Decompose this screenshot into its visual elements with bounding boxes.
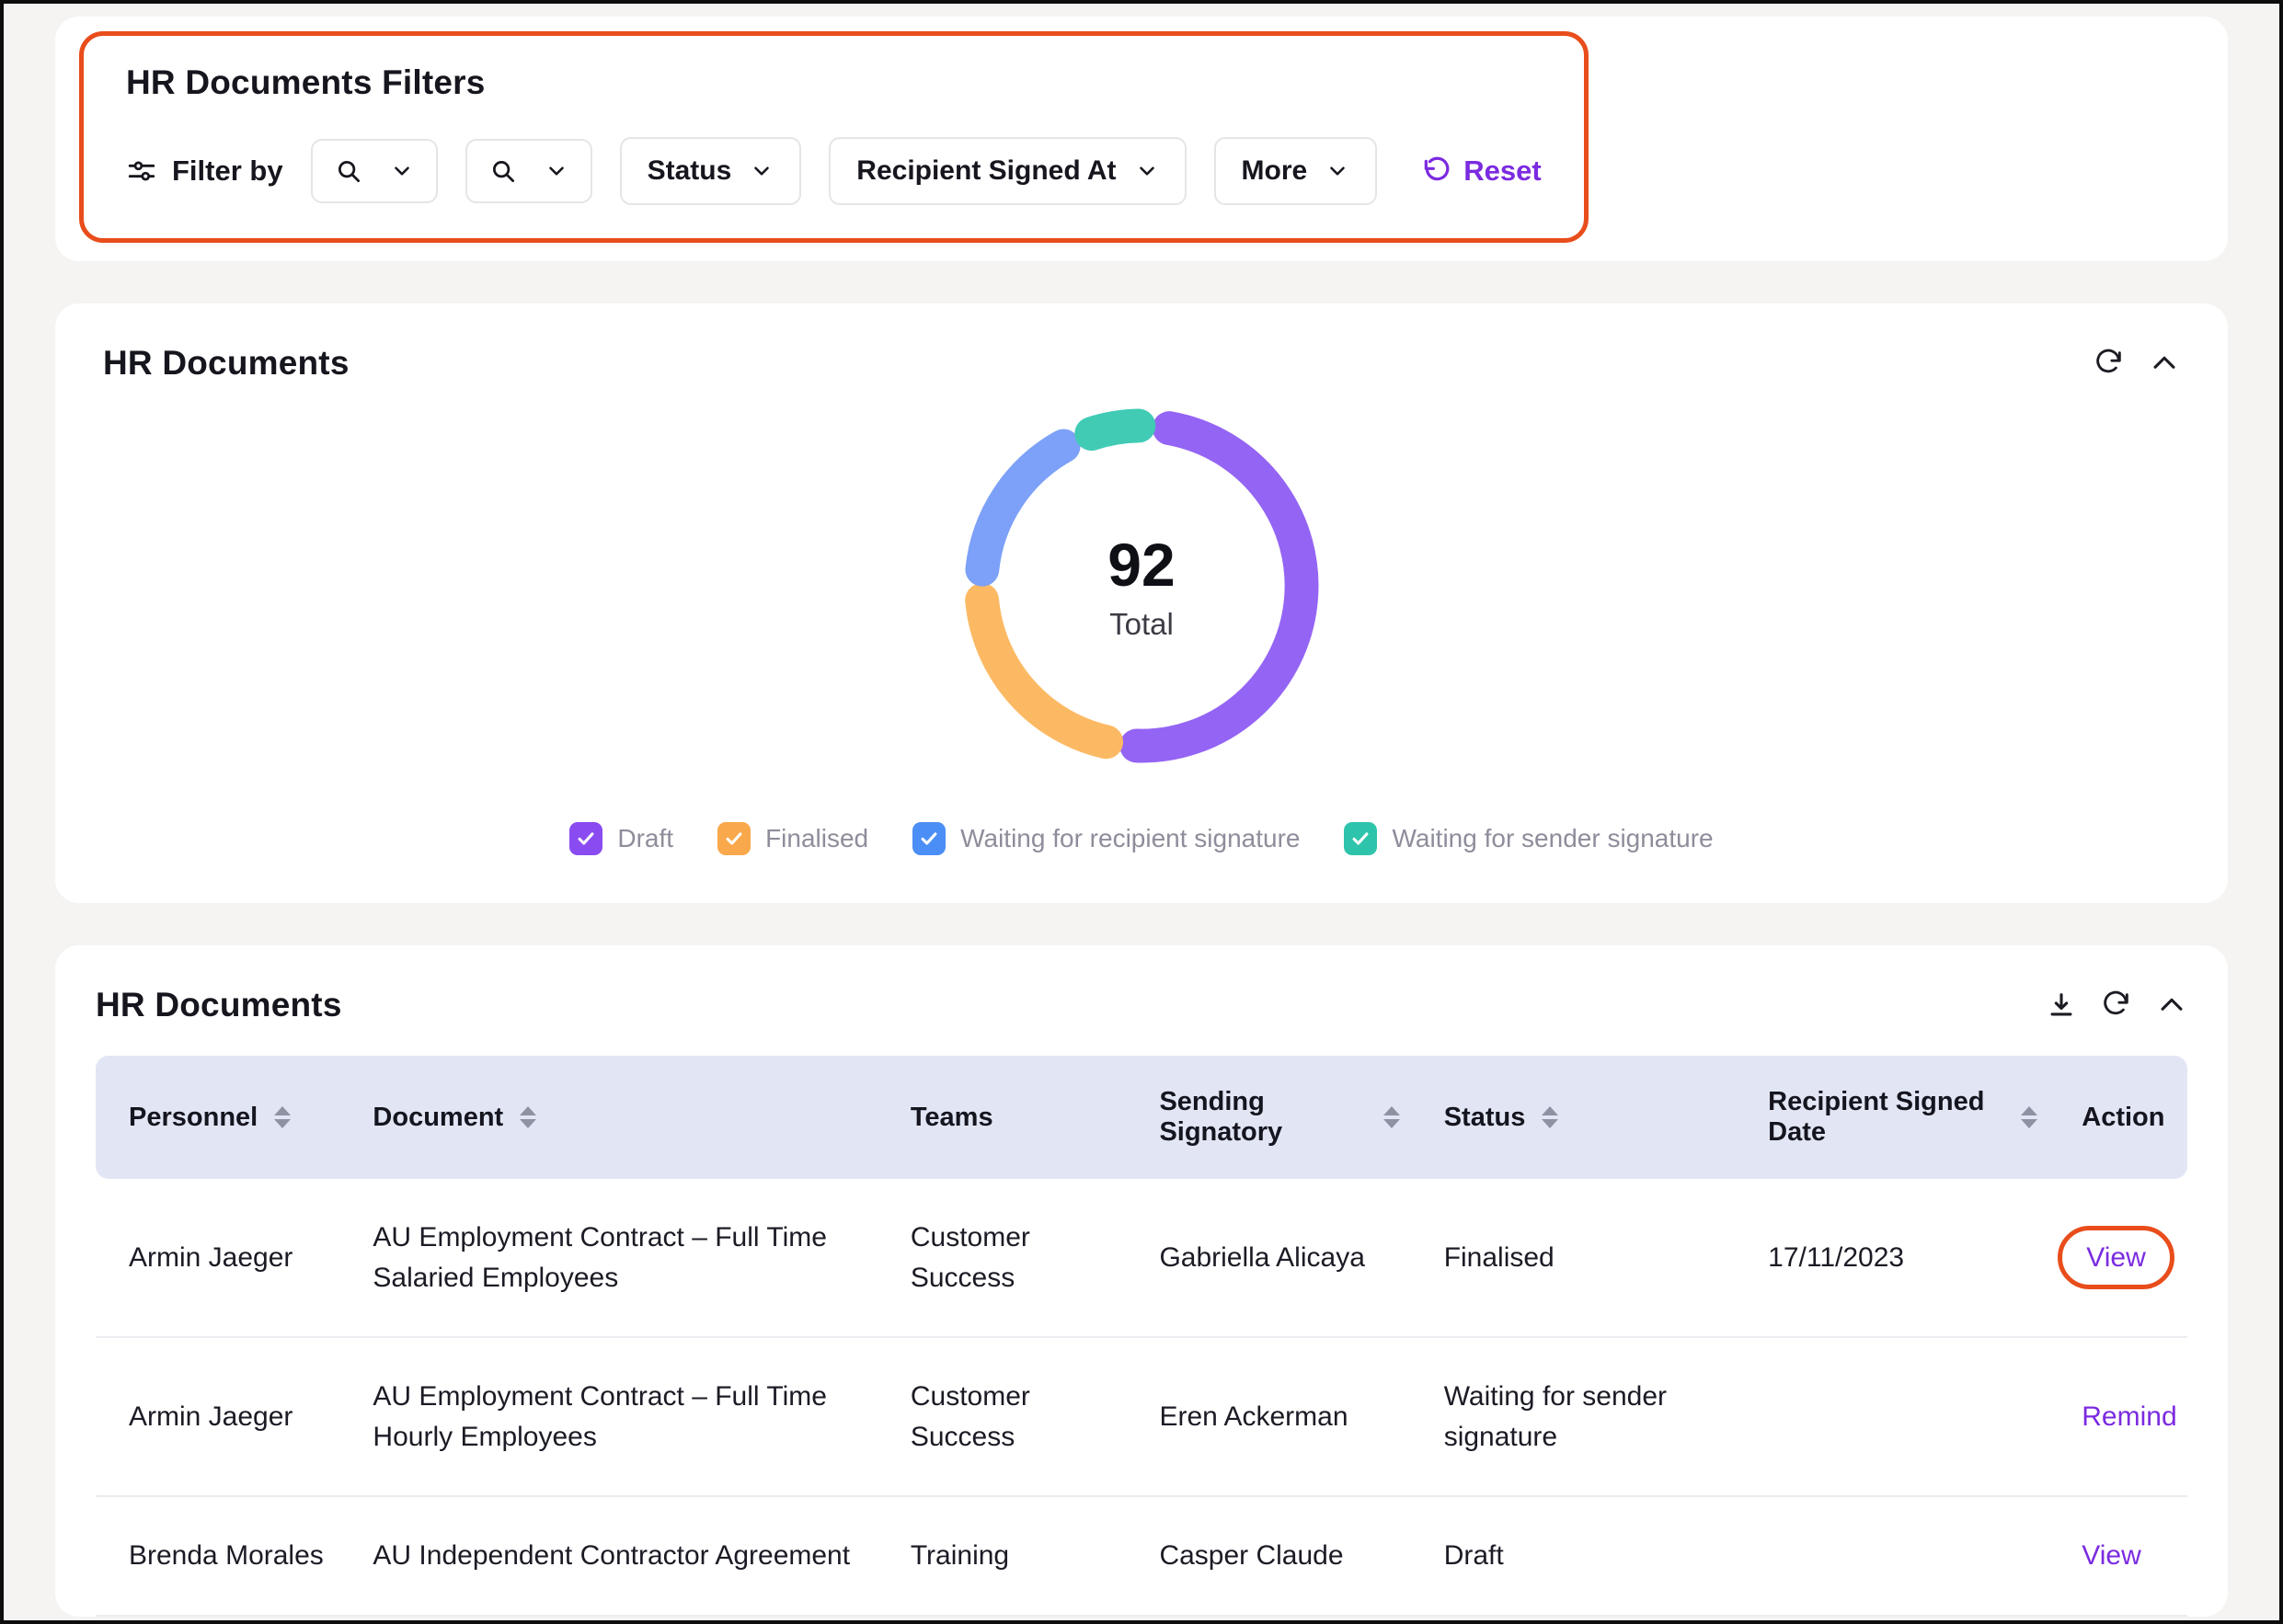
hr-documents-table: Personnel Document Teams Sending Signato…: [96, 1056, 2187, 1617]
table-row: Armin Jaeger AU Employment Contract – Fu…: [96, 1179, 2187, 1337]
chevron-down-icon: [1135, 159, 1159, 183]
view-link[interactable]: View: [2082, 1540, 2140, 1571]
status-dropdown-label: Status: [648, 155, 732, 187]
legend-label: Waiting for recipient signature: [960, 824, 1300, 853]
cell-personnel: Armin Jaeger: [96, 1179, 350, 1337]
collapse-button[interactable]: [2156, 989, 2187, 1024]
legend-checkbox[interactable]: [912, 822, 946, 855]
checkbox-check-icon: [576, 829, 596, 849]
cell-status: Draft: [1422, 1496, 1746, 1616]
sort-arrows-icon[interactable]: [2021, 1106, 2037, 1128]
table-row: Armin Jaeger AU Employment Contract – Fu…: [96, 1337, 2187, 1496]
legend-checkbox[interactable]: [717, 822, 751, 855]
cell-document: AU Employment Contract – Full Time Salar…: [350, 1179, 888, 1337]
filter-by-group: Filter by: [126, 154, 283, 188]
cell-teams: Customer Success: [889, 1179, 1138, 1337]
sliders-icon: [126, 155, 157, 187]
column-header-personnel[interactable]: Personnel: [96, 1056, 350, 1179]
annotation-highlight-filters: HR Documents Filters Filter by: [79, 31, 1589, 243]
cell-document: AU Independent Contractor Agreement: [350, 1496, 888, 1616]
legend-label: Draft: [617, 824, 673, 853]
legend-item-draft: Draft: [569, 822, 673, 855]
view-link[interactable]: View: [2086, 1242, 2145, 1273]
chevron-down-icon: [390, 159, 414, 183]
table-header-row: Personnel Document Teams Sending Signato…: [96, 1056, 2187, 1179]
recipient-signed-at-filter-dropdown[interactable]: Recipient Signed At: [829, 137, 1186, 205]
filter-by-label: Filter by: [172, 154, 283, 188]
column-header-status[interactable]: Status: [1422, 1056, 1746, 1179]
cell-sending-signatory: Eren Ackerman: [1137, 1337, 1421, 1496]
table-row: Brenda Morales AU Independent Contractor…: [96, 1496, 2187, 1616]
reset-label: Reset: [1463, 154, 1541, 188]
search-icon: [335, 157, 362, 185]
sort-arrows-icon[interactable]: [1383, 1106, 1400, 1128]
column-header-recipient-signed-date[interactable]: Recipient Signed Date: [1746, 1056, 2059, 1179]
page-content: HR Documents Filters Filter by: [4, 4, 2279, 1617]
search-filter-dropdown-2[interactable]: [465, 139, 592, 203]
more-dropdown-label: More: [1242, 155, 1308, 187]
cell-sending-signatory: Casper Claude: [1137, 1496, 1421, 1616]
legend-item-waiting-sender: Waiting for sender signature: [1344, 822, 1713, 855]
cell-recipient-signed-date: 17/11/2023: [1746, 1179, 2059, 1337]
cell-action: View: [2059, 1179, 2187, 1337]
reset-button[interactable]: Reset: [1421, 154, 1541, 188]
chart-card-title: HR Documents: [103, 344, 350, 383]
legend-label: Finalised: [765, 824, 868, 853]
column-header-action: Action: [2059, 1056, 2187, 1179]
column-header-document[interactable]: Document: [350, 1056, 888, 1179]
cell-action: Remind: [2059, 1337, 2187, 1496]
search-icon: [489, 157, 517, 185]
cell-document: AU Employment Contract – Full Time Hourl…: [350, 1337, 888, 1496]
download-button[interactable]: [2046, 989, 2077, 1024]
chevron-down-icon: [545, 159, 568, 183]
cell-personnel: Brenda Morales: [96, 1496, 350, 1616]
cell-teams: Customer Success: [889, 1337, 1138, 1496]
filters-card-title: HR Documents Filters: [126, 63, 1542, 102]
more-filter-dropdown[interactable]: More: [1214, 137, 1378, 205]
cell-sending-signatory: Gabriella Alicaya: [1137, 1179, 1421, 1337]
table-card-title: HR Documents: [96, 986, 342, 1024]
column-header-sending-signatory[interactable]: Sending Signatory: [1137, 1056, 1421, 1179]
hr-documents-chart-card: HR Documents 92 Total: [55, 303, 2228, 903]
hr-documents-table-card: HR Documents: [55, 945, 2228, 1617]
cell-teams: Training: [889, 1496, 1138, 1616]
cell-action: View: [2059, 1496, 2187, 1616]
annotation-highlight-view: View: [2058, 1226, 2174, 1290]
chart-card-header: HR Documents: [103, 344, 2180, 383]
cell-status: Waiting for sender signature: [1422, 1337, 1746, 1496]
search-filter-dropdown-1[interactable]: [311, 139, 438, 203]
checkbox-check-icon: [724, 829, 744, 849]
chart-legend: Draft Finalised Waiting for recipient si…: [103, 822, 2180, 855]
column-header-teams: Teams: [889, 1056, 1138, 1179]
sort-arrows-icon[interactable]: [274, 1106, 291, 1128]
recipient-signed-at-dropdown-label: Recipient Signed At: [856, 155, 1116, 187]
cell-personnel: Armin Jaeger: [96, 1337, 350, 1496]
checkbox-check-icon: [919, 829, 939, 849]
table-card-header: HR Documents: [96, 986, 2187, 1024]
remind-link[interactable]: Remind: [2082, 1401, 2176, 1432]
cell-status: Finalised: [1422, 1179, 1746, 1337]
legend-label: Waiting for sender signature: [1392, 824, 1713, 853]
donut-chart: 92 Total: [944, 388, 1339, 783]
legend-checkbox[interactable]: [1344, 822, 1377, 855]
sort-arrows-icon[interactable]: [520, 1106, 536, 1128]
filter-row: Filter by: [126, 137, 1542, 205]
status-filter-dropdown[interactable]: Status: [620, 137, 802, 205]
cell-recipient-signed-date: [1746, 1337, 2059, 1496]
legend-item-finalised: Finalised: [717, 822, 868, 855]
collapse-button[interactable]: [2149, 348, 2180, 382]
donut-segments: [982, 426, 1302, 746]
legend-item-waiting-recipient: Waiting for recipient signature: [912, 822, 1300, 855]
rotate-ccw-icon: [1421, 156, 1451, 186]
filters-card: HR Documents Filters Filter by: [55, 17, 2228, 261]
checkbox-check-icon: [1350, 829, 1371, 849]
sort-arrows-icon[interactable]: [1542, 1106, 1558, 1128]
chevron-down-icon: [1325, 159, 1349, 183]
legend-checkbox[interactable]: [569, 822, 602, 855]
refresh-button[interactable]: [2101, 989, 2132, 1024]
refresh-button[interactable]: [2094, 348, 2125, 382]
cell-recipient-signed-date: [1746, 1496, 2059, 1616]
chevron-down-icon: [750, 159, 774, 183]
